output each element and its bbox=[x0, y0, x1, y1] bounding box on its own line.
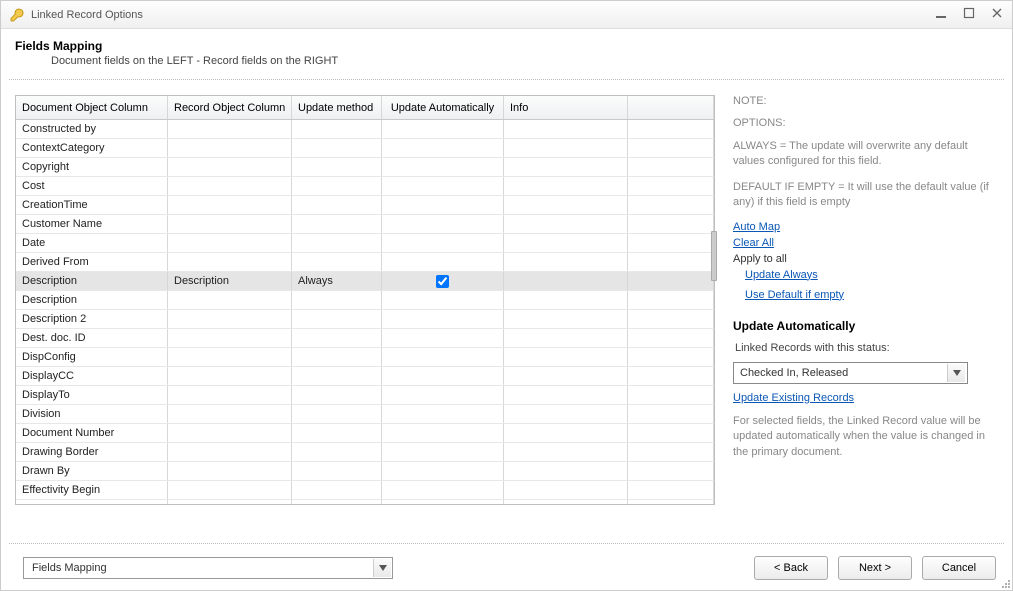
auto-checkbox[interactable] bbox=[436, 275, 449, 288]
footer: Fields Mapping < Back Next > Cancel bbox=[9, 543, 1004, 590]
table-row[interactable]: DispConfig bbox=[16, 348, 714, 367]
use-default-link[interactable]: Use Default if empty bbox=[745, 289, 844, 301]
table-row[interactable]: Constructed by bbox=[16, 120, 714, 139]
grid-header: Document Object Column Record Object Col… bbox=[16, 96, 714, 120]
table-row[interactable]: DescriptionDescriptionAlways bbox=[16, 272, 714, 291]
col-update-method[interactable]: Update method bbox=[292, 96, 382, 119]
cancel-button[interactable]: Cancel bbox=[922, 556, 996, 580]
table-row[interactable]: Dest. doc. ID bbox=[16, 329, 714, 348]
resize-grip-icon[interactable] bbox=[999, 577, 1011, 589]
header-panel: Fields Mapping Document fields on the LE… bbox=[1, 29, 1012, 75]
apply-all-label: Apply to all bbox=[733, 253, 998, 265]
update-always-link[interactable]: Update Always bbox=[745, 269, 818, 281]
table-row[interactable]: Division bbox=[16, 405, 714, 424]
status-combo-value: Checked In, Released bbox=[740, 367, 848, 379]
col-document[interactable]: Document Object Column bbox=[16, 96, 168, 119]
note-label: NOTE: bbox=[733, 95, 998, 107]
table-row[interactable]: Drawing Border bbox=[16, 443, 714, 462]
table-row[interactable]: Cost bbox=[16, 177, 714, 196]
back-button[interactable]: < Back bbox=[754, 556, 828, 580]
col-record[interactable]: Record Object Column bbox=[168, 96, 292, 119]
col-info[interactable]: Info bbox=[504, 96, 628, 119]
minimize-icon[interactable] bbox=[934, 7, 948, 22]
table-row[interactable]: DisplayCC bbox=[16, 367, 714, 386]
close-icon[interactable] bbox=[990, 7, 1004, 22]
col-extra bbox=[628, 96, 714, 119]
default-desc: DEFAULT IF EMPTY = It will use the defau… bbox=[733, 180, 998, 211]
mapping-grid[interactable]: Document Object Column Record Object Col… bbox=[15, 95, 715, 505]
grid-body[interactable]: Constructed byContextCategoryCopyrightCo… bbox=[16, 120, 714, 504]
table-row[interactable]: Customer Name bbox=[16, 215, 714, 234]
titlebar: Linked Record Options bbox=[1, 1, 1012, 29]
table-row[interactable]: DisplayTo bbox=[16, 386, 714, 405]
update-auto-title: Update Automatically bbox=[733, 319, 998, 333]
table-row[interactable]: Derived From bbox=[16, 253, 714, 272]
always-desc: ALWAYS = The update will overwrite any d… bbox=[733, 139, 998, 170]
clear-all-link[interactable]: Clear All bbox=[733, 237, 774, 249]
next-button[interactable]: Next > bbox=[838, 556, 912, 580]
window-title: Linked Record Options bbox=[31, 9, 934, 21]
update-existing-link[interactable]: Update Existing Records bbox=[733, 392, 854, 404]
step-combo[interactable]: Fields Mapping bbox=[23, 557, 393, 579]
col-update-auto[interactable]: Update Automatically bbox=[382, 96, 504, 119]
table-row[interactable]: Description bbox=[16, 291, 714, 310]
side-panel: NOTE: OPTIONS: ALWAYS = The update will … bbox=[715, 95, 1004, 533]
table-row[interactable]: Date bbox=[16, 234, 714, 253]
table-row[interactable]: Description 2 bbox=[16, 310, 714, 329]
chevron-down-icon[interactable] bbox=[947, 364, 965, 382]
side-scroll-thumb[interactable] bbox=[711, 231, 717, 281]
update-existing-desc: For selected fields, the Linked Record v… bbox=[733, 414, 998, 460]
status-combo[interactable]: Checked In, Released bbox=[733, 362, 968, 384]
page-title: Fields Mapping bbox=[15, 39, 998, 53]
table-row[interactable]: Effectivity End bbox=[16, 500, 714, 504]
table-row[interactable]: Document Number bbox=[16, 424, 714, 443]
table-row[interactable]: Drawn By bbox=[16, 462, 714, 481]
table-row[interactable]: Effectivity Begin bbox=[16, 481, 714, 500]
page-subtitle: Document fields on the LEFT - Record fie… bbox=[15, 55, 998, 67]
wrench-icon bbox=[9, 7, 25, 23]
chevron-down-icon[interactable] bbox=[373, 559, 391, 577]
linked-status-label: Linked Records with this status: bbox=[733, 341, 998, 356]
auto-map-link[interactable]: Auto Map bbox=[733, 221, 780, 233]
table-row[interactable]: Copyright bbox=[16, 158, 714, 177]
options-label: OPTIONS: bbox=[733, 117, 998, 129]
table-row[interactable]: CreationTime bbox=[16, 196, 714, 215]
maximize-icon[interactable] bbox=[962, 7, 976, 22]
step-combo-value: Fields Mapping bbox=[32, 562, 107, 574]
table-row[interactable]: ContextCategory bbox=[16, 139, 714, 158]
